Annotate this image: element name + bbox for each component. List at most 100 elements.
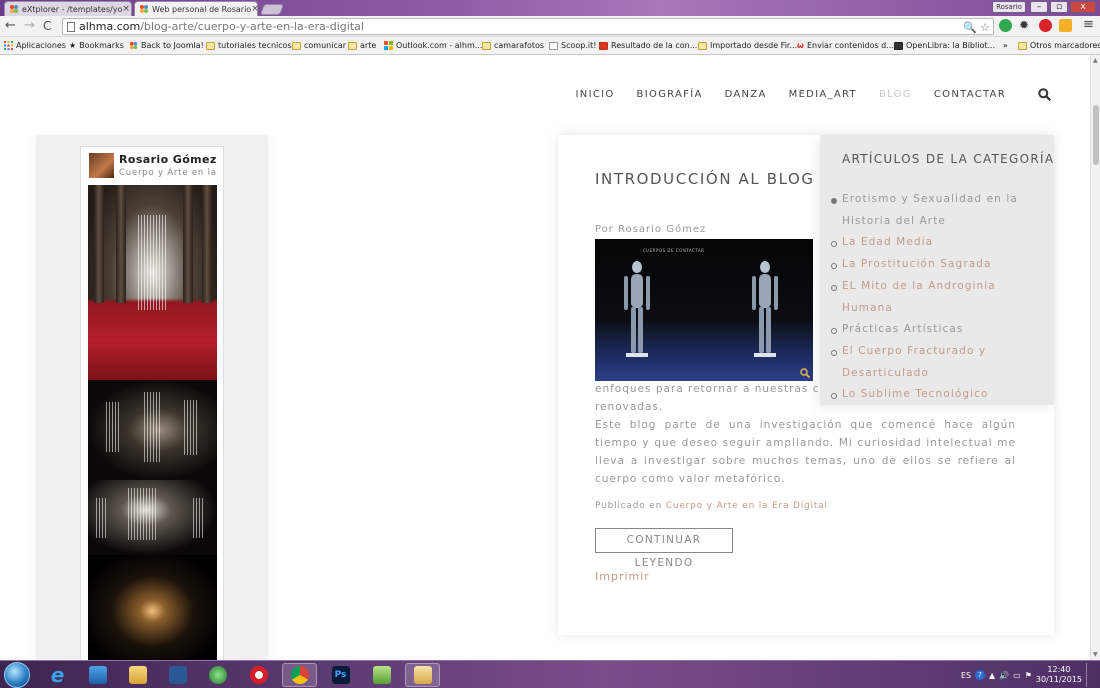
category-link[interactable]: Cuerpo y Arte en la Era Digital [666, 501, 828, 511]
extension-orange-icon[interactable] [1059, 19, 1072, 32]
nav-item-media-art[interactable]: MEDIA_ART [789, 89, 857, 100]
taskbar-ie[interactable]: e [40, 663, 75, 687]
bookmark-folder-arte[interactable]: arte [348, 41, 376, 50]
close-tab-icon[interactable]: × [122, 4, 130, 14]
scroll-up-icon[interactable]: ▲ [1093, 57, 1098, 64]
taskbar-app2[interactable] [405, 663, 440, 687]
bookmark-label: Outlook.com - alhm... [396, 41, 483, 50]
tab-extplorer[interactable]: eXtplorer - /templates/yo × [4, 1, 132, 16]
bookmark-other[interactable]: Otros marcadores [1018, 41, 1100, 50]
list-item[interactable]: La Prostitución Sagrada [831, 254, 1048, 276]
start-button[interactable] [4, 662, 30, 688]
list-item[interactable]: Prácticas Artísticas [831, 319, 1048, 341]
browser-title-bar: eXtplorer - /templates/yo × Web personal… [0, 0, 1100, 16]
taskbar-opera[interactable] [241, 663, 276, 687]
light-installation-image[interactable] [88, 480, 217, 555]
reload-icon[interactable]: C [43, 19, 51, 33]
language-indicator[interactable]: ES [961, 671, 971, 680]
address-bar[interactable]: alhma.com/blog-arte/cuerpo-y-arte-en-la-… [62, 18, 994, 35]
clock[interactable]: 12:40 30/11/2015 [1036, 665, 1082, 685]
close-tab-icon[interactable]: × [251, 4, 257, 14]
profile-button[interactable]: Rosario [992, 1, 1026, 13]
extension-green-icon[interactable] [999, 19, 1012, 32]
bookmark-label: comunicar [304, 41, 347, 50]
list-item[interactable]: Erotismo y Sexualidad en la Historia del… [831, 189, 1048, 232]
list-item[interactable]: La Edad Media [831, 232, 1048, 254]
window-controls: – ▫ x [1030, 1, 1096, 13]
social-widget[interactable]: Rosario Gómez Ma... Cuerpo y Arte en la … [80, 146, 224, 660]
taskbar-word[interactable] [160, 663, 195, 687]
bookmark-openlibra[interactable]: OpenLibra: la Bibliot... [894, 41, 995, 50]
pinterest-icon[interactable] [1039, 19, 1052, 32]
network-icon[interactable]: ▭ [1013, 671, 1021, 680]
photoshop-icon: Ps [331, 666, 350, 684]
show-hidden-icons-icon[interactable]: ▲ [989, 671, 995, 680]
close-window-button[interactable]: x [1070, 1, 1096, 13]
bookmark-resultado[interactable]: Resultado de la con... [599, 41, 697, 50]
profile-name[interactable]: Rosario Gómez Ma... [119, 153, 221, 166]
bookmark-folder-camarafotos[interactable]: camarafotos [482, 41, 544, 50]
cathedral-installation-image[interactable] [88, 185, 217, 380]
volume-icon[interactable]: 🔊 [999, 671, 1009, 680]
help-icon[interactable]: ? [975, 670, 986, 680]
page-icon [67, 22, 75, 32]
bookmark-label: Aplicaciones [16, 41, 66, 50]
bookmark-label: Scoop.it! [561, 41, 597, 50]
search-icon[interactable] [1038, 88, 1051, 101]
joomla-icon [129, 41, 138, 50]
forward-arrow-icon[interactable]: → [24, 19, 35, 33]
bookmark-enviar[interactable]: ω Enviar contenidos d... [797, 41, 894, 50]
list-item[interactable]: Lo Sublime Tecnológico [831, 384, 1048, 406]
minimize-button[interactable]: – [1030, 1, 1048, 13]
list-item[interactable]: El Cuerpo Fracturado y Desarticulado [831, 341, 1048, 384]
taskbar-chrome[interactable] [282, 663, 317, 687]
scroll-down-icon[interactable]: ▼ [1093, 651, 1098, 658]
bookmarks-overflow-button[interactable]: » [1003, 41, 1008, 50]
show-desktop-button[interactable] [1086, 663, 1094, 687]
bookmark-folder-importado[interactable]: Importado desde Fir... [698, 41, 797, 50]
article-title[interactable]: INTRODUCCIÓN AL BLOG [595, 170, 815, 188]
flag-icon[interactable]: ⚑ [1025, 671, 1032, 680]
taskbar-photoshop[interactable]: Ps [323, 663, 358, 687]
nav-item-inicio[interactable]: INICIO [576, 89, 615, 100]
image-caption: CUERPOS DE CONTACTAR [643, 248, 705, 253]
taskbar-folder[interactable] [364, 663, 399, 687]
print-link[interactable]: Imprimir [595, 570, 650, 583]
read-more-button[interactable]: CONTINUAR LEYENDO [595, 528, 733, 569]
new-tab-button[interactable] [259, 4, 285, 15]
bookmark-scoopit[interactable]: Scoop.it! [549, 41, 596, 50]
list-item[interactable]: EL Mito de la Androginia Humana [831, 276, 1048, 319]
folder-icon [372, 666, 391, 684]
zoom-icon[interactable]: 🔍 [963, 20, 977, 35]
nav-item-contactar[interactable]: CONTACTAR [934, 89, 1006, 100]
nav-item-blog[interactable]: BLOG [879, 89, 912, 100]
star-icon[interactable]: ☆ [980, 20, 990, 35]
maximize-button[interactable]: ▫ [1050, 1, 1068, 13]
bookmark-label: Bookmarks [79, 41, 124, 50]
tab-web-personal[interactable]: Web personal de Rosario × [134, 1, 258, 16]
avatar[interactable] [89, 153, 114, 178]
page-scrollbar[interactable]: ▲ ▼ [1090, 55, 1100, 660]
bookmark-folder-comunicar[interactable]: comunicar [292, 41, 346, 50]
skeleton-figure [752, 261, 778, 357]
bookmark-joomla[interactable]: Back to Joomla! [129, 41, 204, 50]
light-installation-image[interactable] [88, 380, 217, 480]
nav-item-danza[interactable]: DANZA [725, 89, 767, 100]
bookmark-folder-tutoriales[interactable]: tutoriales tecnicos [206, 41, 292, 50]
taskbar-app[interactable] [200, 663, 235, 687]
nav-item-biografia[interactable]: BIOGRAFÍA [637, 89, 703, 100]
taskbar-media[interactable] [80, 663, 115, 687]
light-strand [184, 400, 198, 455]
article-image[interactable]: CUERPOS DE CONTACTAR [595, 239, 813, 381]
taskbar-explorer[interactable] [120, 663, 155, 687]
amber-light-image[interactable] [88, 555, 217, 660]
bookmark-bookmarks[interactable]: ★ Bookmarks [69, 41, 124, 50]
gear-icon[interactable]: ✹ [1019, 18, 1029, 32]
menu-icon[interactable]: ≡ [1083, 17, 1094, 32]
zoom-icon[interactable] [800, 368, 810, 378]
bookmark-outlook[interactable]: Outlook.com - alhm... [384, 41, 482, 50]
published-in-label: Publicado en [595, 501, 663, 511]
back-arrow-icon[interactable]: ← [5, 19, 16, 33]
bookmark-apps[interactable]: Aplicaciones [4, 41, 66, 50]
scrollbar-thumb[interactable] [1093, 105, 1099, 165]
